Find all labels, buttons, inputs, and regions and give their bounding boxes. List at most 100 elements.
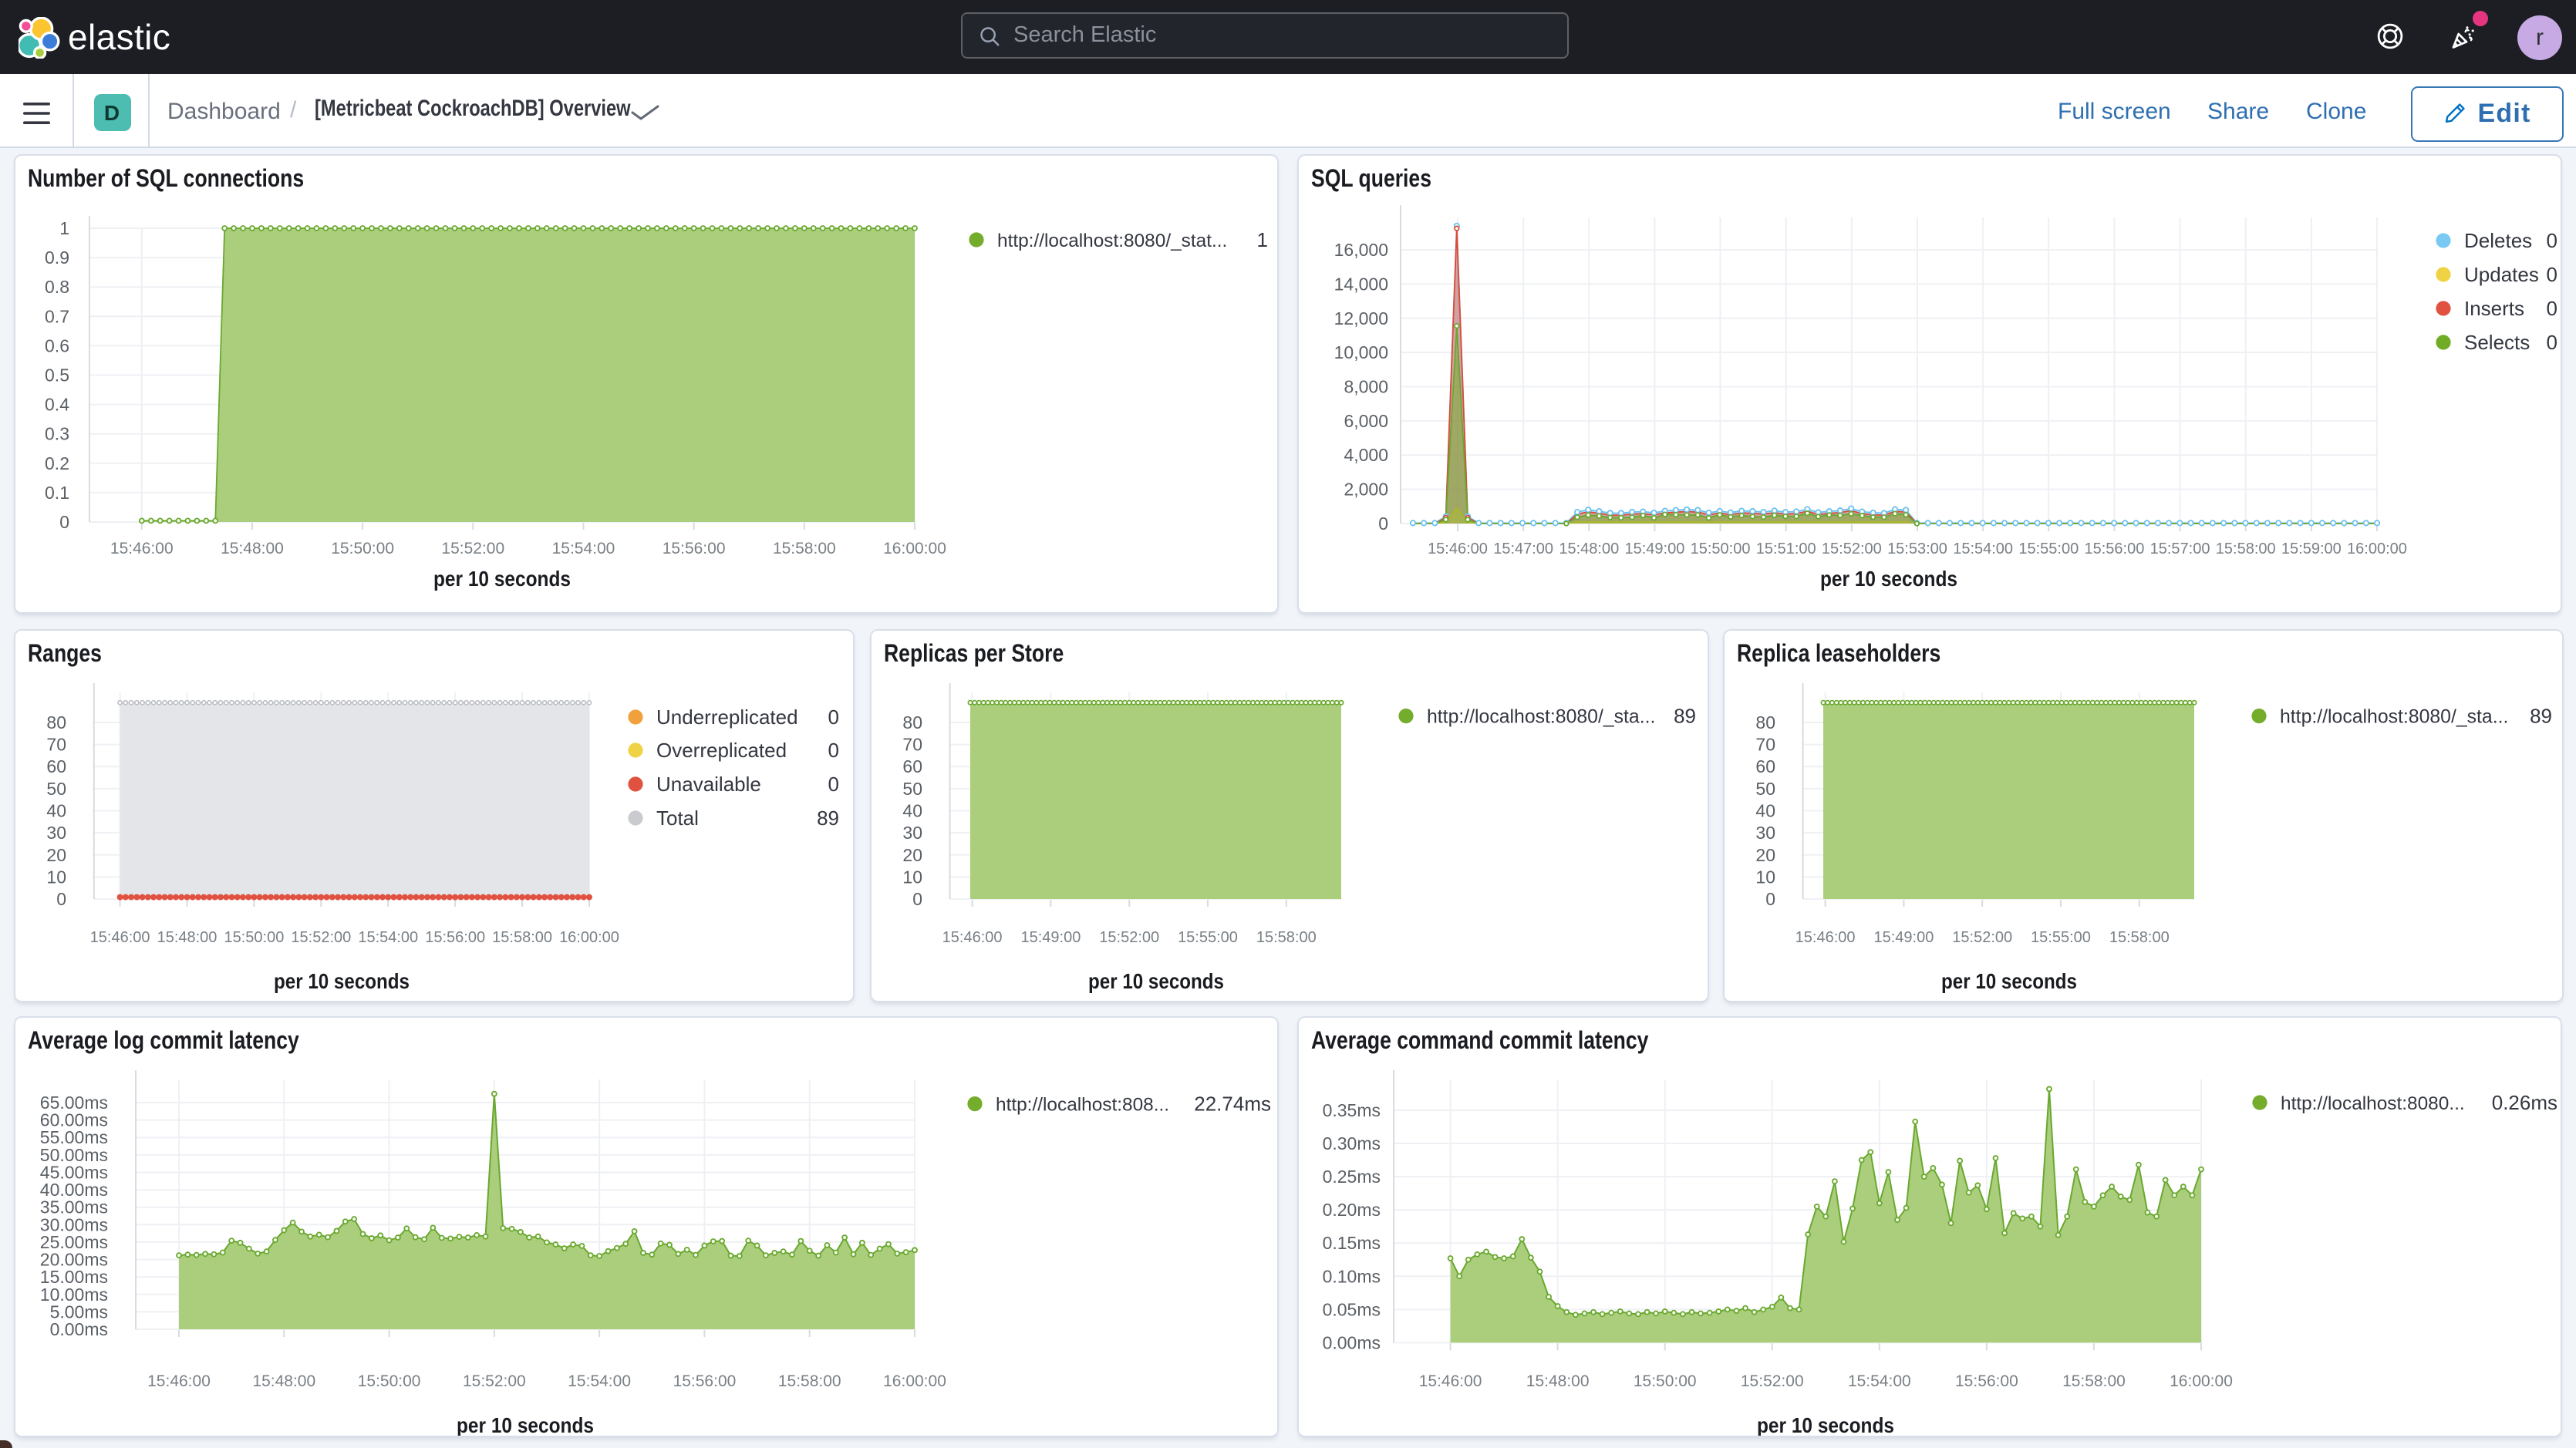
svg-text:15:52:00: 15:52:00 <box>1822 540 1882 557</box>
svg-text:45.00ms: 45.00ms <box>40 1162 108 1182</box>
svg-text:12,000: 12,000 <box>1334 308 1388 328</box>
svg-text:70: 70 <box>1755 734 1775 754</box>
svg-text:0.5: 0.5 <box>45 365 69 386</box>
svg-text:0.35ms: 0.35ms <box>1323 1100 1381 1120</box>
svg-text:15:50:00: 15:50:00 <box>1691 540 1751 557</box>
svg-text:60.00ms: 60.00ms <box>40 1110 108 1130</box>
svg-text:per 10 seconds: per 10 seconds <box>433 567 571 591</box>
svg-text:89: 89 <box>2530 704 2552 727</box>
svg-text:0.2: 0.2 <box>45 453 69 473</box>
svg-text:15:50:00: 15:50:00 <box>1634 1372 1697 1390</box>
svg-text:15:52:00: 15:52:00 <box>291 928 351 945</box>
svg-text:15:58:00: 15:58:00 <box>773 540 836 557</box>
svg-text:0: 0 <box>56 888 66 908</box>
svg-text:per 10 seconds: per 10 seconds <box>1757 1413 1894 1437</box>
svg-text:15:47:00: 15:47:00 <box>1493 540 1553 557</box>
svg-text:0: 0 <box>912 888 922 908</box>
svg-text:15:55:00: 15:55:00 <box>2018 540 2079 557</box>
svg-text:22.74ms: 22.74ms <box>1194 1093 1271 1116</box>
svg-text:50: 50 <box>46 778 66 798</box>
svg-text:per 10 seconds: per 10 seconds <box>1820 567 1957 591</box>
svg-text:89: 89 <box>817 806 839 829</box>
svg-text:8,000: 8,000 <box>1344 377 1388 397</box>
svg-text:70: 70 <box>902 734 922 754</box>
svg-text:15:52:00: 15:52:00 <box>1741 1372 1804 1390</box>
svg-text:50: 50 <box>1755 778 1775 798</box>
svg-text:15:54:00: 15:54:00 <box>1953 540 2013 557</box>
svg-text:65.00ms: 65.00ms <box>40 1093 108 1113</box>
svg-text:0.05ms: 0.05ms <box>1323 1299 1381 1319</box>
svg-text:0.00ms: 0.00ms <box>1323 1332 1381 1352</box>
svg-text:15:52:00: 15:52:00 <box>1098 928 1158 945</box>
svg-text:0.15ms: 0.15ms <box>1323 1233 1381 1253</box>
svg-text:15:50:00: 15:50:00 <box>331 540 394 557</box>
svg-text:per 10 seconds: per 10 seconds <box>1087 968 1223 992</box>
svg-text:55.00ms: 55.00ms <box>40 1127 108 1147</box>
svg-text:15:48:00: 15:48:00 <box>221 540 284 557</box>
svg-text:15:58:00: 15:58:00 <box>2216 540 2276 557</box>
svg-text:15:55:00: 15:55:00 <box>1177 928 1237 945</box>
svg-text:15:46:00: 15:46:00 <box>147 1372 211 1390</box>
svg-text:15:56:00: 15:56:00 <box>1955 1372 2018 1390</box>
svg-text:30: 30 <box>902 822 922 842</box>
svg-text:1: 1 <box>1257 228 1268 251</box>
svg-text:0.6: 0.6 <box>45 335 69 355</box>
svg-text:0.25ms: 0.25ms <box>1323 1167 1381 1187</box>
svg-text:16:00:00: 16:00:00 <box>2347 540 2407 557</box>
svg-text:20: 20 <box>46 844 66 864</box>
svg-text:http://localhost:8080/_sta...: http://localhost:8080/_sta... <box>1426 706 1654 727</box>
svg-text:10,000: 10,000 <box>1334 342 1388 362</box>
svg-text:15:53:00: 15:53:00 <box>1887 540 1947 557</box>
svg-text:0: 0 <box>2547 263 2557 286</box>
svg-text:15:54:00: 15:54:00 <box>1848 1372 1911 1390</box>
svg-text:Selects: Selects <box>2464 331 2530 354</box>
svg-text:80: 80 <box>1755 712 1775 732</box>
svg-text:http://localhost:808...: http://localhost:808... <box>996 1095 1169 1116</box>
svg-text:30: 30 <box>1755 822 1775 842</box>
svg-text:15:58:00: 15:58:00 <box>492 928 552 945</box>
svg-text:10.00ms: 10.00ms <box>40 1285 108 1305</box>
svg-text:25.00ms: 25.00ms <box>40 1232 108 1252</box>
svg-text:10: 10 <box>1755 866 1775 886</box>
svg-text:15:46:00: 15:46:00 <box>1795 928 1856 945</box>
svg-text:15:58:00: 15:58:00 <box>2109 928 2170 945</box>
svg-text:0.26ms: 0.26ms <box>2492 1091 2557 1114</box>
svg-text:15:50:00: 15:50:00 <box>224 928 284 945</box>
svg-text:15:56:00: 15:56:00 <box>663 540 726 557</box>
svg-text:14,000: 14,000 <box>1334 274 1388 294</box>
svg-text:40.00ms: 40.00ms <box>40 1180 108 1200</box>
svg-text:Unavailable: Unavailable <box>656 772 761 795</box>
svg-text:15:56:00: 15:56:00 <box>2084 540 2144 557</box>
svg-text:6,000: 6,000 <box>1344 411 1388 431</box>
svg-text:0.9: 0.9 <box>45 248 69 268</box>
svg-text:50: 50 <box>902 778 922 798</box>
svg-text:15:54:00: 15:54:00 <box>568 1372 631 1390</box>
svg-text:15:46:00: 15:46:00 <box>1428 540 1488 557</box>
svg-text:70: 70 <box>46 734 66 754</box>
svg-text:0.20ms: 0.20ms <box>1323 1200 1381 1220</box>
svg-text:20: 20 <box>902 844 922 864</box>
svg-text:20: 20 <box>1755 844 1775 864</box>
svg-text:per 10 seconds: per 10 seconds <box>1941 968 2077 992</box>
svg-text:15:48:00: 15:48:00 <box>1526 1372 1590 1390</box>
svg-text:1: 1 <box>59 218 69 238</box>
svg-text:0.1: 0.1 <box>45 483 69 503</box>
svg-text:15:54:00: 15:54:00 <box>552 540 615 557</box>
svg-text:4,000: 4,000 <box>1344 445 1388 465</box>
svg-text:2,000: 2,000 <box>1344 480 1388 500</box>
svg-text:15:56:00: 15:56:00 <box>425 928 485 945</box>
svg-text:Total: Total <box>656 806 699 829</box>
svg-text:15:58:00: 15:58:00 <box>778 1372 841 1390</box>
svg-text:35.00ms: 35.00ms <box>40 1197 108 1217</box>
svg-text:15:46:00: 15:46:00 <box>90 928 150 945</box>
svg-text:15:58:00: 15:58:00 <box>2062 1372 2126 1390</box>
svg-text:0.00ms: 0.00ms <box>50 1319 108 1339</box>
svg-text:0.30ms: 0.30ms <box>1323 1133 1381 1153</box>
svg-text:80: 80 <box>46 712 66 732</box>
svg-text:0.3: 0.3 <box>45 424 69 444</box>
svg-text:15:51:00: 15:51:00 <box>1756 540 1816 557</box>
svg-text:0.8: 0.8 <box>45 277 69 297</box>
svg-text:0: 0 <box>828 772 839 795</box>
svg-text:per 10 seconds: per 10 seconds <box>274 968 410 992</box>
svg-text:0: 0 <box>828 738 839 761</box>
